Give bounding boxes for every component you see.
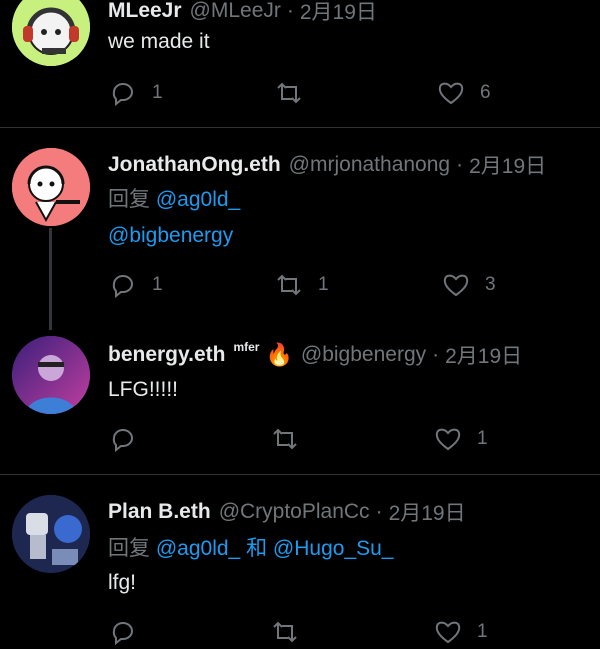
reply-icon <box>112 275 133 299</box>
separator-dot: · <box>286 0 294 22</box>
heart-icon <box>435 621 461 644</box>
thread-connector <box>49 228 52 330</box>
reply-count: 1 <box>152 82 163 103</box>
reply-prefix: 回复 <box>108 188 150 211</box>
retweet-button[interactable] <box>274 76 318 110</box>
mention-link[interactable]: @ag0ld_ <box>156 537 240 560</box>
retweet-button[interactable] <box>270 422 314 456</box>
separator-dot: · <box>432 343 440 366</box>
tweet-text: we made it <box>108 30 210 53</box>
like-count: 6 <box>480 82 491 103</box>
avatar-planb[interactable] <box>12 495 90 573</box>
avatar-jonathanong[interactable] <box>12 148 90 226</box>
retweet-icon <box>277 274 301 296</box>
tweet-mleejr[interactable]: MLeeJr @MLeeJr · 2月19日 we made it 1 6 <box>0 0 600 128</box>
user-handle[interactable]: @mrjonathanong <box>289 153 450 177</box>
tweet-header: MLeeJr @MLeeJr · 2月19日 <box>108 0 377 26</box>
reply-line: 回复 @ag0ld_ <box>108 182 240 218</box>
user-handle[interactable]: @bigbenergy <box>301 343 426 367</box>
like-count: 1 <box>477 621 488 642</box>
mention-link[interactable]: @bigbenergy <box>108 224 233 247</box>
separator-dot: · <box>456 153 464 176</box>
tweet-text: lfg! <box>108 571 137 594</box>
like-button[interactable]: 1 <box>433 615 488 649</box>
photo-avatar-icon <box>12 336 90 414</box>
like-button[interactable]: 6 <box>436 76 491 110</box>
tweet-header: Plan B.eth @CryptoPlanCc · 2月19日 <box>108 497 466 527</box>
reply-button[interactable]: 1 <box>108 76 163 110</box>
retweet-button[interactable]: 1 <box>274 268 329 302</box>
reply-count: 1 <box>152 274 163 295</box>
reply-button[interactable]: 1 <box>108 268 163 302</box>
action-bar: 1 <box>108 615 578 649</box>
headphones-avatar-icon <box>12 0 90 66</box>
retweet-icon <box>273 428 297 450</box>
mention-link[interactable]: @ag0ld_ <box>156 188 240 211</box>
mention-link[interactable]: @Hugo_Su_ <box>273 537 394 560</box>
tweet-date[interactable]: 2月19日 <box>445 340 522 370</box>
display-name[interactable]: Plan B.eth <box>108 500 211 524</box>
tweet-header: benergy.eth mfer 🔥 @bigbenergy · 2月19日 <box>108 340 522 370</box>
mfer-badge: mfer <box>233 340 260 354</box>
tweet-date[interactable]: 2月19日 <box>469 150 546 180</box>
like-count: 1 <box>477 428 488 449</box>
reply-icon <box>112 83 133 107</box>
tweet-date[interactable]: 2月19日 <box>300 0 377 26</box>
like-button[interactable]: 3 <box>441 268 496 302</box>
heart-icon <box>435 428 461 451</box>
cartoon-avatar-icon <box>12 148 90 226</box>
reply-icon <box>112 622 133 646</box>
reply-icon <box>112 429 133 453</box>
action-bar: 1 6 <box>108 76 578 110</box>
action-bar: 1 1 3 <box>108 268 578 302</box>
avatar-mleejr[interactable] <box>12 0 90 66</box>
retweet-icon <box>277 82 301 104</box>
reply-prefix: 回复 <box>108 537 150 560</box>
tweet-text: LFG!!!!! <box>108 378 179 401</box>
retweet-icon <box>273 621 297 643</box>
fire-emoji-icon: 🔥 <box>265 342 293 367</box>
and-word: 和 <box>246 537 268 560</box>
tweet-planb[interactable]: Plan B.eth @CryptoPlanCc · 2月19日 回复 @ag0… <box>0 475 600 646</box>
action-bar: 1 <box>108 422 578 456</box>
reply-button[interactable] <box>108 422 152 456</box>
tweet-jonathanong[interactable]: JonathanOng.eth @mrjonathanong · 2月19日 回… <box>0 128 600 330</box>
display-name[interactable]: benergy.eth <box>108 343 225 367</box>
separator-dot: · <box>375 500 383 523</box>
display-name[interactable]: JonathanOng.eth <box>108 153 281 177</box>
reply-line: 回复 @ag0ld_ 和 @Hugo_Su_ <box>108 531 394 567</box>
tweet-header: JonathanOng.eth @mrjonathanong · 2月19日 <box>108 150 546 180</box>
avatar-benergy[interactable] <box>12 336 90 414</box>
reply-button[interactable] <box>108 615 152 649</box>
retweet-count: 1 <box>318 274 329 295</box>
retweet-button[interactable] <box>270 615 314 649</box>
heart-icon <box>438 82 464 105</box>
heart-icon <box>443 274 469 297</box>
display-name[interactable]: MLeeJr <box>108 0 182 23</box>
tweet-text: @bigbenergy <box>108 218 233 254</box>
tweet-benergy[interactable]: benergy.eth mfer 🔥 @bigbenergy · 2月19日 L… <box>0 318 600 474</box>
user-handle[interactable]: @MLeeJr <box>190 0 281 23</box>
tweet-date[interactable]: 2月19日 <box>389 497 466 527</box>
like-button[interactable]: 1 <box>433 422 488 456</box>
robot-avatar-icon <box>12 495 90 573</box>
user-handle[interactable]: @CryptoPlanCc <box>219 500 370 524</box>
like-count: 3 <box>485 274 496 295</box>
